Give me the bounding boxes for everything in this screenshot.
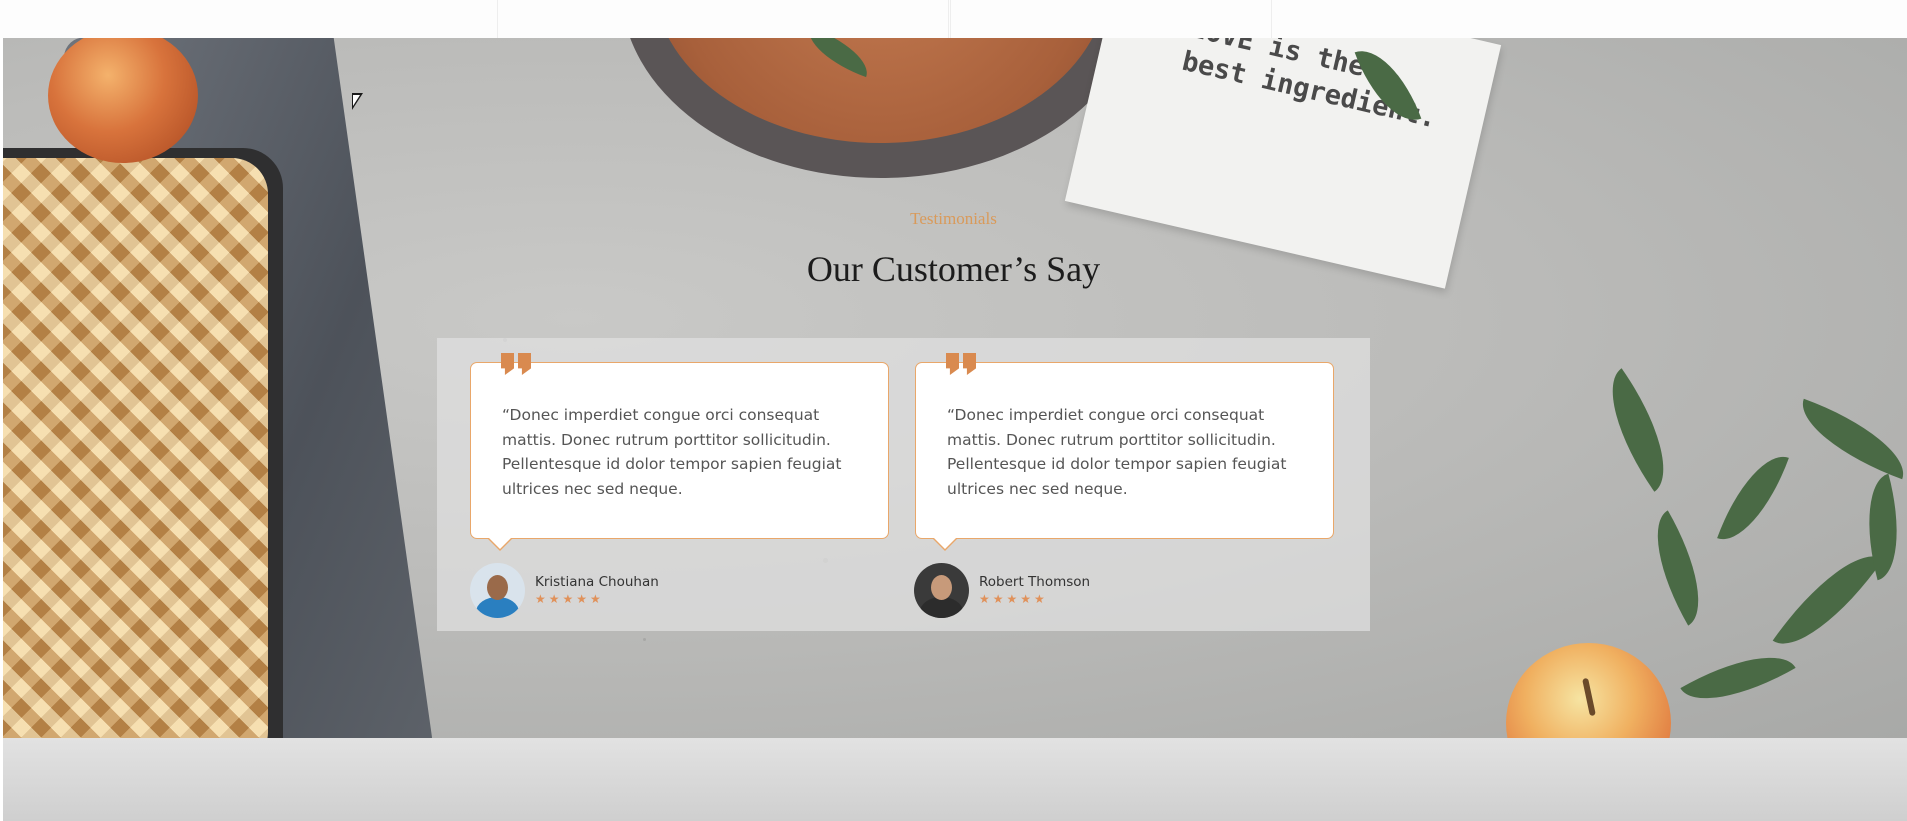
leaf-image	[1717, 444, 1789, 552]
testimonial-text: “Donec imperdiet congue orci consequat m…	[947, 406, 1287, 498]
leaf-image	[1772, 534, 1884, 666]
avatar-body	[476, 597, 519, 618]
leaf-image	[1633, 510, 1723, 626]
header-ghost-block	[950, 0, 1272, 38]
mouse-cursor-icon	[352, 93, 363, 110]
texture-speck	[643, 638, 646, 641]
avatar-face	[931, 575, 952, 600]
header-ghost-block	[497, 0, 949, 38]
author-name: Kristiana Chouhan	[535, 574, 659, 590]
leaf-image	[1789, 398, 1907, 480]
quote-icon	[946, 353, 980, 379]
avatar-body	[920, 597, 963, 618]
author-name: Robert Thomson	[979, 574, 1091, 590]
section-title: Our Customer’s Say	[806, 249, 1101, 289]
testimonial-card: “Donec imperdiet congue orci consequat m…	[915, 353, 1334, 551]
leaf-image	[1585, 368, 1691, 492]
top-header-strip	[0, 0, 1907, 38]
card-pointer	[934, 538, 956, 549]
avatar-face	[487, 575, 508, 600]
star-rating-icon: ★★★★★	[535, 592, 604, 606]
leaf-image	[1680, 633, 1796, 723]
testimonial-card: “Donec imperdiet congue orci consequat m…	[470, 353, 889, 551]
star-rating-icon: ★★★★★	[979, 592, 1048, 606]
next-section-strip	[3, 738, 1907, 821]
lattice-pie-image	[3, 158, 268, 738]
quote-icon	[501, 353, 535, 379]
section-eyebrow: Testimonials	[910, 209, 997, 228]
woman-avatar-icon	[470, 563, 525, 618]
man-avatar-icon	[914, 563, 969, 618]
testimonial-text: “Donec imperdiet congue orci consequat m…	[502, 406, 842, 498]
card-pointer	[489, 538, 511, 549]
